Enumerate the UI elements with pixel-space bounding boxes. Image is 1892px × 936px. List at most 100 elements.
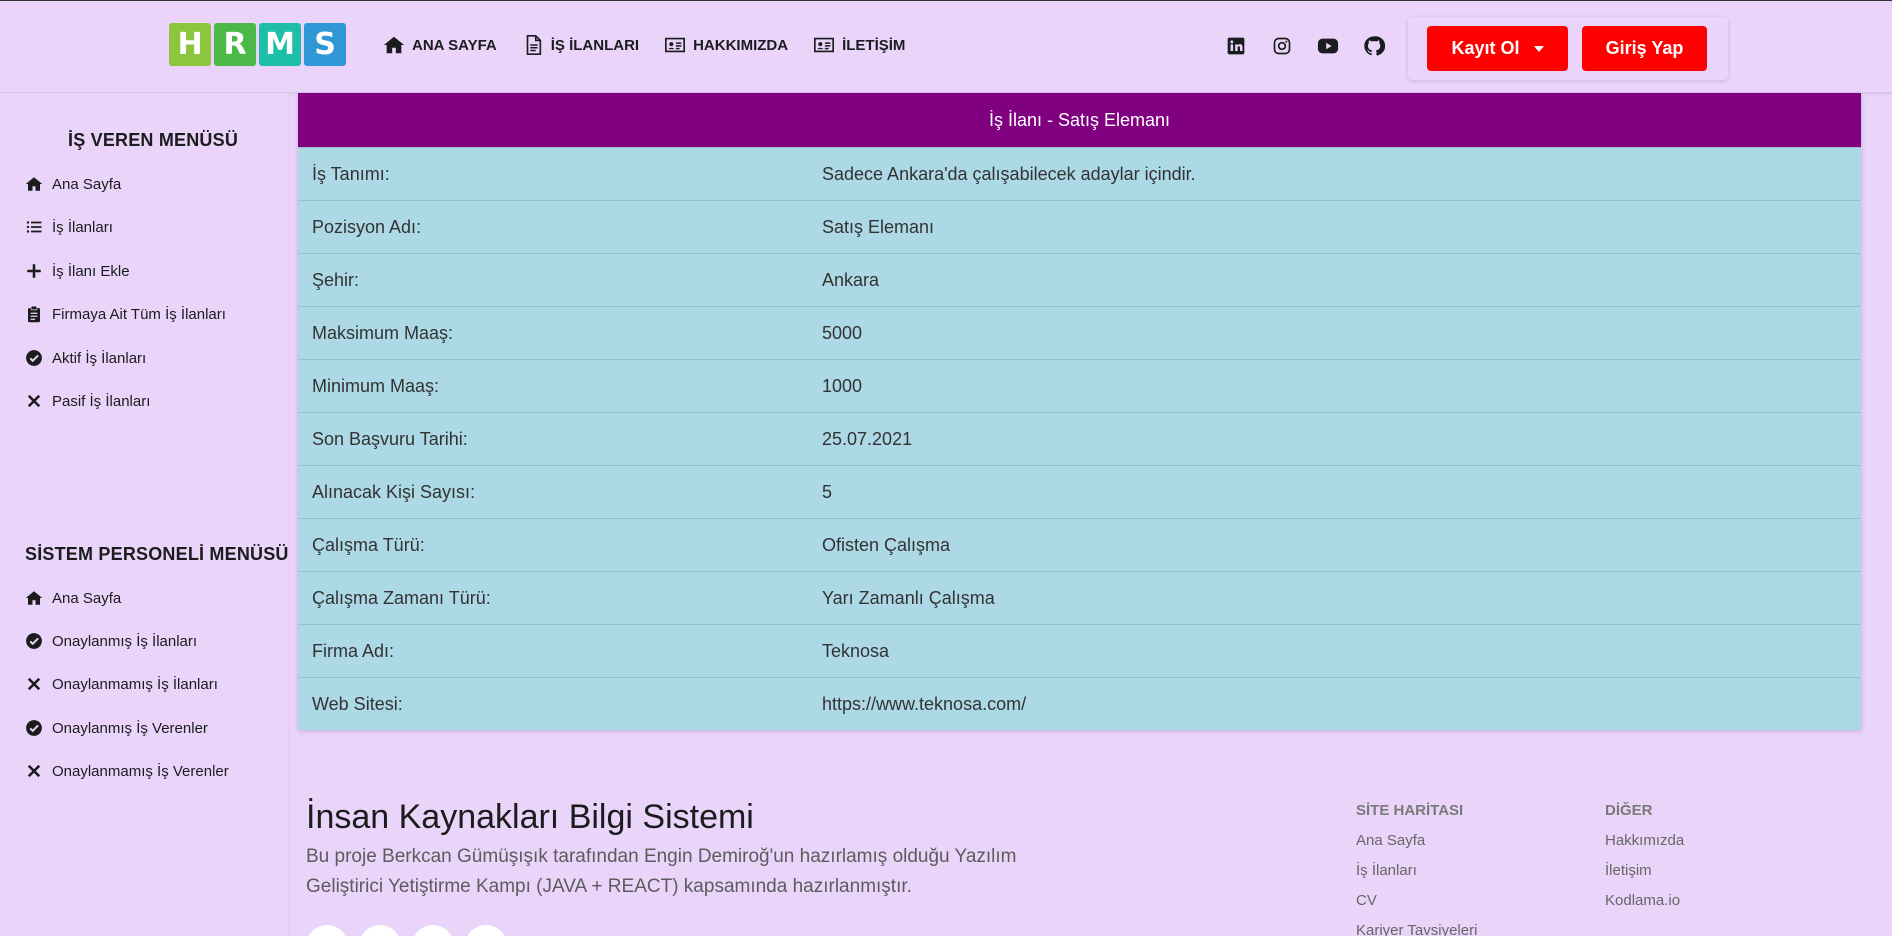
- social-links: [1225, 35, 1385, 57]
- sitemap-link-career-tips[interactable]: Kariyer Tavsiyeleri: [1356, 922, 1477, 936]
- employer-item-add-posting-label: İş İlanı Ekle: [52, 262, 130, 280]
- home-icon: [25, 591, 43, 605]
- plus-icon: [27, 264, 41, 278]
- row-value: 25.07.2021: [822, 428, 913, 449]
- row-label: Web Sitesi:: [312, 693, 403, 714]
- logo-letter-r: R: [214, 23, 256, 66]
- logo-letter-m: M: [259, 23, 301, 66]
- sitemap-title: SİTE HARİTASI: [1356, 802, 1464, 819]
- x-icon: [27, 764, 41, 778]
- footer-social-button[interactable]: [412, 925, 454, 936]
- row-label: İş Tanımı:: [312, 163, 390, 184]
- row-value: 5000: [822, 322, 863, 343]
- nav-home-label: ANA SAYFA: [412, 36, 497, 54]
- employer-item-active-postings[interactable]: Aktif İş İlanları: [25, 349, 146, 367]
- nav-contact-label: İLETİŞİM: [842, 36, 906, 54]
- row-value: 5: [822, 481, 833, 502]
- staff-menu-title: SİSTEM PERSONELİ MENÜSÜ: [25, 544, 289, 564]
- footer-social-button[interactable]: [465, 925, 507, 936]
- check-circle-icon: [26, 350, 42, 366]
- id-card-icon: [814, 37, 835, 53]
- home-icon: [383, 36, 405, 54]
- table-row: Maksimum Maaş: 5000: [298, 306, 1861, 359]
- row-value: Ankara: [822, 269, 880, 290]
- linkedin-icon[interactable]: [1225, 35, 1247, 57]
- row-value: https://www.teknosa.com/: [822, 693, 1027, 714]
- employer-item-passive-postings[interactable]: Pasif İş İlanları: [25, 392, 150, 410]
- staff-item-approved-employers[interactable]: Onaylanmış İş Verenler: [25, 719, 208, 737]
- row-label: Maksimum Maaş:: [312, 322, 454, 343]
- home-icon: [25, 177, 43, 191]
- other-link-contact[interactable]: İletişim: [1605, 862, 1652, 879]
- row-label: Pozisyon Adı:: [312, 216, 422, 237]
- nav-contact[interactable]: İLETİŞİM: [813, 34, 905, 56]
- sitemap-link-home[interactable]: Ana Sayfa: [1356, 832, 1425, 849]
- table-row: Web Sitesi: https://www.teknosa.com/: [298, 677, 1861, 730]
- employer-item-home-label: Ana Sayfa: [52, 175, 122, 193]
- employer-item-active-postings-label: Aktif İş İlanları: [52, 349, 147, 367]
- login-button[interactable]: Giriş Yap: [1582, 26, 1707, 71]
- staff-item-approved-employers-label: Onaylanmış İş Verenler: [52, 719, 208, 737]
- footer-social-button[interactable]: [359, 925, 401, 936]
- staff-item-approved-postings-label: Onaylanmış İş İlanları: [52, 632, 198, 650]
- x-icon: [27, 677, 41, 691]
- other-link-about[interactable]: Hakkımızda: [1605, 832, 1684, 849]
- row-value: Yarı Zamanlı Çalışma: [822, 587, 995, 608]
- table-row: Minimum Maaş: 1000: [298, 359, 1861, 412]
- logo-letter-s: S: [304, 23, 346, 66]
- caret-down-icon: [1533, 45, 1544, 52]
- staff-item-home[interactable]: Ana Sayfa: [25, 589, 121, 607]
- staff-item-unapproved-postings[interactable]: Onaylanmamış İş İlanları: [25, 675, 218, 693]
- nav-job-postings-label: İŞ İLANLARI: [550, 36, 640, 54]
- employer-item-home[interactable]: Ana Sayfa: [25, 175, 121, 193]
- list-icon: [26, 221, 42, 233]
- top-navbar: H R M S ANA SAYFA İŞ İLANLARI HAKKIMIZDA…: [0, 0, 1892, 93]
- auth-buttons: Kayıt Ol Giriş Yap: [1408, 17, 1728, 80]
- instagram-icon[interactable]: [1271, 35, 1293, 57]
- table-row: Şehir: Ankara: [298, 253, 1861, 306]
- job-detail-title: İş İlanı - Satış Elemanı: [298, 93, 1861, 147]
- employer-item-add-posting[interactable]: İş İlanı Ekle: [25, 262, 130, 280]
- footer-social-button[interactable]: [306, 925, 348, 936]
- logo-letter-h: H: [169, 23, 211, 66]
- register-label: Kayıt Ol: [1451, 38, 1520, 58]
- register-dropdown-button[interactable]: Kayıt Ol: [1427, 26, 1568, 71]
- table-row: İş Tanımı: Sadece Ankara'da çalışabilecek…: [298, 147, 1861, 200]
- nav-about[interactable]: HAKKIMIZDA: [664, 34, 788, 56]
- login-label: Giriş Yap: [1605, 38, 1684, 58]
- github-icon[interactable]: [1363, 35, 1385, 57]
- sitemap-link-job-postings[interactable]: İş İlanları: [1356, 862, 1417, 879]
- other-link-kodlama[interactable]: Kodlama.io: [1605, 892, 1680, 909]
- hrms-logo[interactable]: H R M S: [169, 23, 346, 66]
- staff-item-unapproved-employers-label: Onaylanmamış İş Verenler: [52, 762, 229, 780]
- row-value: Ofisten Çalışma: [822, 534, 951, 555]
- employer-item-job-postings[interactable]: İş İlanları: [25, 218, 113, 236]
- nav-about-label: HAKKIMIZDA: [693, 36, 789, 54]
- table-row: Çalışma Türü: Ofisten Çalışma: [298, 518, 1861, 571]
- clipboard-icon: [28, 305, 40, 323]
- id-card-icon: [665, 37, 686, 53]
- nav-job-postings[interactable]: İŞ İLANLARI: [522, 34, 639, 56]
- table-row: Son Başvuru Tarihi: 25.07.2021: [298, 412, 1861, 465]
- check-circle-icon: [26, 633, 42, 649]
- sitemap-link-cv[interactable]: CV: [1356, 892, 1377, 909]
- row-value: 1000: [822, 375, 863, 396]
- row-label: Minimum Maaş:: [312, 375, 440, 396]
- other-title: DİĞER: [1605, 802, 1653, 819]
- youtube-icon[interactable]: [1317, 35, 1339, 57]
- staff-item-approved-postings[interactable]: Onaylanmış İş İlanları: [25, 632, 197, 650]
- row-label: Alınacak Kişi Sayısı:: [312, 481, 476, 502]
- footer-title: İnsan Kaynakları Bilgi Sistemi: [306, 798, 754, 836]
- sidebar: İŞ VEREN MENÜSÜ Ana Sayfa İş İlanları İş…: [0, 93, 290, 936]
- table-row: Pozisyon Adı: Satış Elemanı: [298, 200, 1861, 253]
- row-label: Şehir:: [312, 269, 360, 290]
- row-label: Son Başvuru Tarihi:: [312, 428, 468, 449]
- document-icon: [526, 35, 541, 55]
- footer-description: Bu proje Berkcan Gümüşışık tarafından En…: [306, 846, 1017, 897]
- nav-home[interactable]: ANA SAYFA: [383, 34, 497, 56]
- employer-item-company-postings[interactable]: Firmaya Ait Tüm İş İlanları: [25, 305, 226, 323]
- staff-item-unapproved-employers[interactable]: Onaylanmamış İş Verenler: [25, 762, 229, 780]
- row-value: Teknosa: [822, 640, 890, 661]
- row-label: Çalışma Zamanı Türü:: [312, 587, 491, 608]
- row-label: Firma Adı:: [312, 640, 395, 661]
